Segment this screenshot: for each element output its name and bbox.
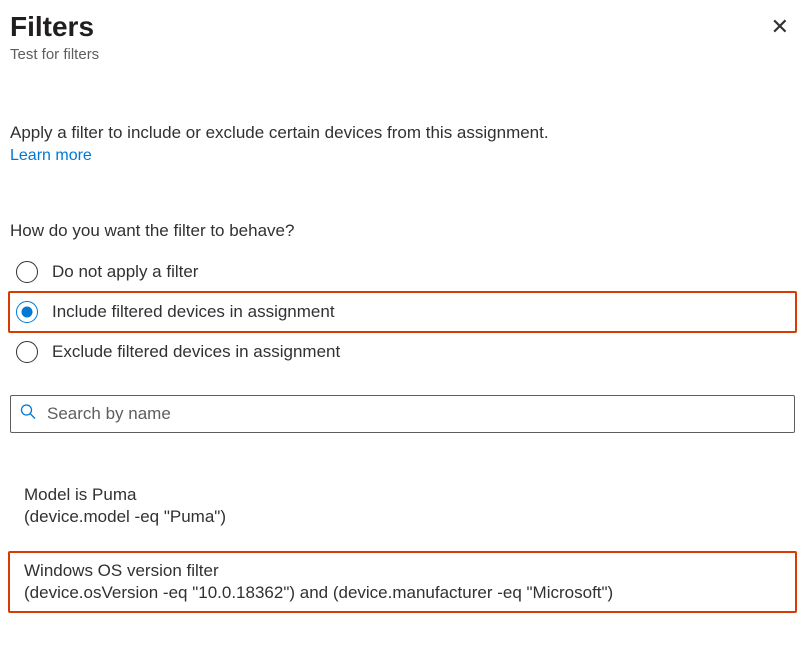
radio-label: Include filtered devices in assignment <box>52 302 335 322</box>
page-title: Filters <box>10 10 99 44</box>
panel-header: Filters Test for filters ✕ <box>10 10 795 63</box>
radio-circle-icon <box>16 261 38 283</box>
radio-dot-icon <box>22 306 33 317</box>
description-text: Apply a filter to include or exclude cer… <box>10 123 795 143</box>
filter-expression: (device.osVersion -eq "10.0.18362") and … <box>24 583 781 603</box>
filter-name: Windows OS version filter <box>24 561 781 581</box>
page-subtitle: Test for filters <box>10 46 99 63</box>
filter-item-puma[interactable]: Model is Puma (device.model -eq "Puma") <box>10 477 795 535</box>
filter-item-windows-os[interactable]: Windows OS version filter (device.osVers… <box>8 551 797 613</box>
filter-expression: (device.model -eq "Puma") <box>24 507 781 527</box>
radio-exclude-filtered[interactable]: Exclude filtered devices in assignment <box>10 333 795 371</box>
search-icon <box>20 403 36 424</box>
behavior-radio-group: Do not apply a filter Include filtered d… <box>10 253 795 371</box>
radio-label: Exclude filtered devices in assignment <box>52 342 340 362</box>
radio-circle-icon <box>16 301 38 323</box>
radio-do-not-apply[interactable]: Do not apply a filter <box>10 253 795 291</box>
filter-list: Model is Puma (device.model -eq "Puma") … <box>10 477 795 613</box>
search-input[interactable] <box>10 395 795 433</box>
radio-include-filtered[interactable]: Include filtered devices in assignment <box>8 291 797 333</box>
radio-circle-icon <box>16 341 38 363</box>
behavior-question: How do you want the filter to behave? <box>10 221 795 241</box>
learn-more-link[interactable]: Learn more <box>10 147 92 165</box>
close-icon[interactable]: ✕ <box>765 14 795 40</box>
radio-label: Do not apply a filter <box>52 262 198 282</box>
search-wrapper <box>10 395 795 433</box>
header-titles: Filters Test for filters <box>10 10 99 63</box>
filter-name: Model is Puma <box>24 485 781 505</box>
